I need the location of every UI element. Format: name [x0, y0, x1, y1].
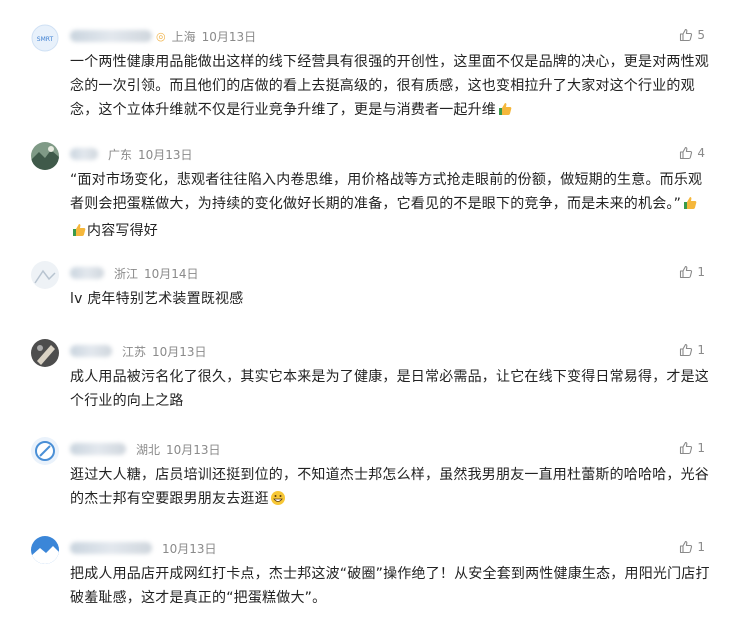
thumbs-up-emoji-icon [497, 101, 513, 125]
comment-meta: 湖北 10月13日 [70, 440, 227, 458]
like-count: 5 [697, 28, 705, 42]
thumb-up-icon [680, 146, 693, 160]
username-blurred[interactable] [70, 345, 112, 357]
region-label: 上海 [171, 29, 196, 44]
like-count: 1 [697, 265, 705, 279]
comment-text: 把成人用品店开成网红打卡点，杰士邦这波“破圈”操作绝了！从安全套到两性健康生态，… [70, 562, 710, 610]
like-button[interactable]: 5 [679, 26, 705, 44]
date-label: 10月13日 [152, 344, 207, 359]
date-label: 10月13日 [162, 541, 217, 556]
comment-meta: 江苏 10月13日 [70, 342, 213, 360]
comment-body: “面对市场变化，悲观者往往陷入内卷思维，用价格战等方式抢走眼前的份额，做短期的生… [70, 172, 703, 212]
comment-text: “面对市场变化，悲观者往往陷入内卷思维，用价格战等方式抢走眼前的份额，做短期的生… [70, 168, 710, 246]
thumb-up-icon [680, 540, 693, 554]
comment-meta: ◎ 上海 10月13日 [70, 27, 262, 45]
comment-body: lv 虎年特别艺术装置既视感 [70, 291, 244, 307]
date-label: 10月13日 [166, 442, 221, 457]
like-button[interactable]: 1 [679, 263, 705, 281]
thumb-up-icon [680, 441, 693, 455]
comment-body-suffix: 内容写得好 [87, 223, 158, 239]
username-blurred[interactable] [70, 443, 126, 455]
region-label: 广东 [108, 147, 133, 162]
comment-text: 一个两性健康用品能做出这样的线下经营具有很强的开创性，这里面不仅是品牌的决心，更… [70, 50, 710, 125]
like-count: 1 [697, 343, 705, 357]
region-label: 江苏 [122, 344, 147, 359]
avatar[interactable] [31, 261, 59, 289]
region-label: 湖北 [136, 442, 161, 457]
thumbs-up-emoji-icon [682, 195, 698, 219]
vip-badge-icon: ◎ [156, 29, 166, 43]
comment-body: 把成人用品店开成网红打卡点，杰士邦这波“破圈”操作绝了！从安全套到两性健康生态，… [70, 566, 710, 606]
username-blurred[interactable] [70, 267, 104, 279]
region-label: 浙江 [114, 266, 139, 281]
comment-meta: 10月13日 [70, 539, 223, 557]
like-button[interactable]: 1 [679, 439, 705, 457]
comment-meta: 广东 10月13日 [70, 145, 199, 163]
avatar[interactable] [31, 142, 59, 170]
comment-text: 成人用品被污名化了很久，其实它本来是为了健康，是日常必需品，让它在线下变得日常易… [70, 365, 710, 413]
date-label: 10月14日 [144, 266, 199, 281]
date-label: 10月13日 [201, 29, 257, 44]
like-count: 4 [697, 146, 705, 160]
thumb-up-icon [680, 28, 693, 42]
like-button[interactable]: 1 [679, 538, 705, 556]
username-blurred[interactable] [70, 542, 152, 554]
comment-meta: 浙江 10月14日 [70, 264, 205, 282]
comment-body: 逛过大人糖，店员培训还挺到位的，不知道杰士邦怎么样，虽然我男朋友一直用杜蕾斯的哈… [70, 467, 709, 507]
svg-text:SMRT: SMRT [37, 36, 54, 43]
thumbs-up-emoji-icon [71, 222, 87, 246]
date-label: 10月13日 [138, 147, 193, 162]
thumb-up-icon [680, 343, 693, 357]
username-blurred[interactable] [70, 148, 98, 160]
avatar[interactable] [31, 437, 59, 465]
username-blurred[interactable] [70, 30, 152, 42]
comment-text: 逛过大人糖，店员培训还挺到位的，不知道杰士邦怎么样，虽然我男朋友一直用杜蕾斯的哈… [70, 463, 710, 514]
avatar[interactable] [31, 339, 59, 367]
like-count: 1 [697, 441, 705, 455]
avatar[interactable]: SMRT [31, 24, 59, 52]
comment-body: 一个两性健康用品能做出这样的线下经营具有很强的开创性，这里面不仅是品牌的决心，更… [70, 54, 709, 118]
like-button[interactable]: 4 [679, 144, 705, 162]
comment-text: lv 虎年特别艺术装置既视感 [70, 287, 710, 311]
like-count: 1 [697, 540, 705, 554]
avatar[interactable] [31, 536, 59, 564]
comment-body: 成人用品被污名化了很久，其实它本来是为了健康，是日常必需品，让它在线下变得日常易… [70, 369, 709, 409]
thumb-up-icon [680, 265, 693, 279]
grinning-emoji-icon [270, 490, 286, 514]
like-button[interactable]: 1 [679, 341, 705, 359]
